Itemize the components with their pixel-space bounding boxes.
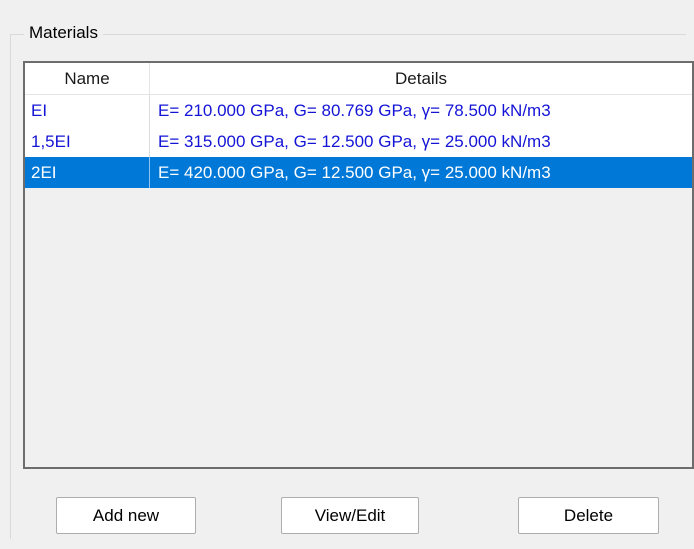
material-row[interactable]: 2EI E= 420.000 GPa, G= 12.500 GPa, γ= 25… xyxy=(25,157,692,188)
materials-panel: Materials Name Details EI E= 210.000 GPa… xyxy=(0,0,694,549)
material-row[interactable]: 1,5EI E= 315.000 GPa, G= 12.500 GPa, γ= … xyxy=(25,126,692,157)
add-new-button[interactable]: Add new xyxy=(56,497,196,534)
material-name-cell: 2EI xyxy=(25,157,150,188)
column-header-name[interactable]: Name xyxy=(25,63,150,94)
material-details-cell: E= 420.000 GPa, G= 12.500 GPa, γ= 25.000… xyxy=(158,162,551,182)
column-header-details[interactable]: Details xyxy=(150,63,692,94)
material-row[interactable]: EI E= 210.000 GPa, G= 80.769 GPa, γ= 78.… xyxy=(25,95,692,126)
material-details-cell: E= 315.000 GPa, G= 12.500 GPa, γ= 25.000… xyxy=(158,131,551,151)
material-name-cell: 1,5EI xyxy=(25,126,150,157)
list-header: Name Details xyxy=(25,63,692,95)
view-edit-button[interactable]: View/Edit xyxy=(281,497,419,534)
delete-button[interactable]: Delete xyxy=(518,497,659,534)
materials-list[interactable]: Name Details EI E= 210.000 GPa, G= 80.76… xyxy=(23,61,694,469)
material-name-cell: EI xyxy=(25,95,150,126)
groupbox-title: Materials xyxy=(24,22,103,44)
material-details-cell: E= 210.000 GPa, G= 80.769 GPa, γ= 78.500… xyxy=(158,100,551,120)
